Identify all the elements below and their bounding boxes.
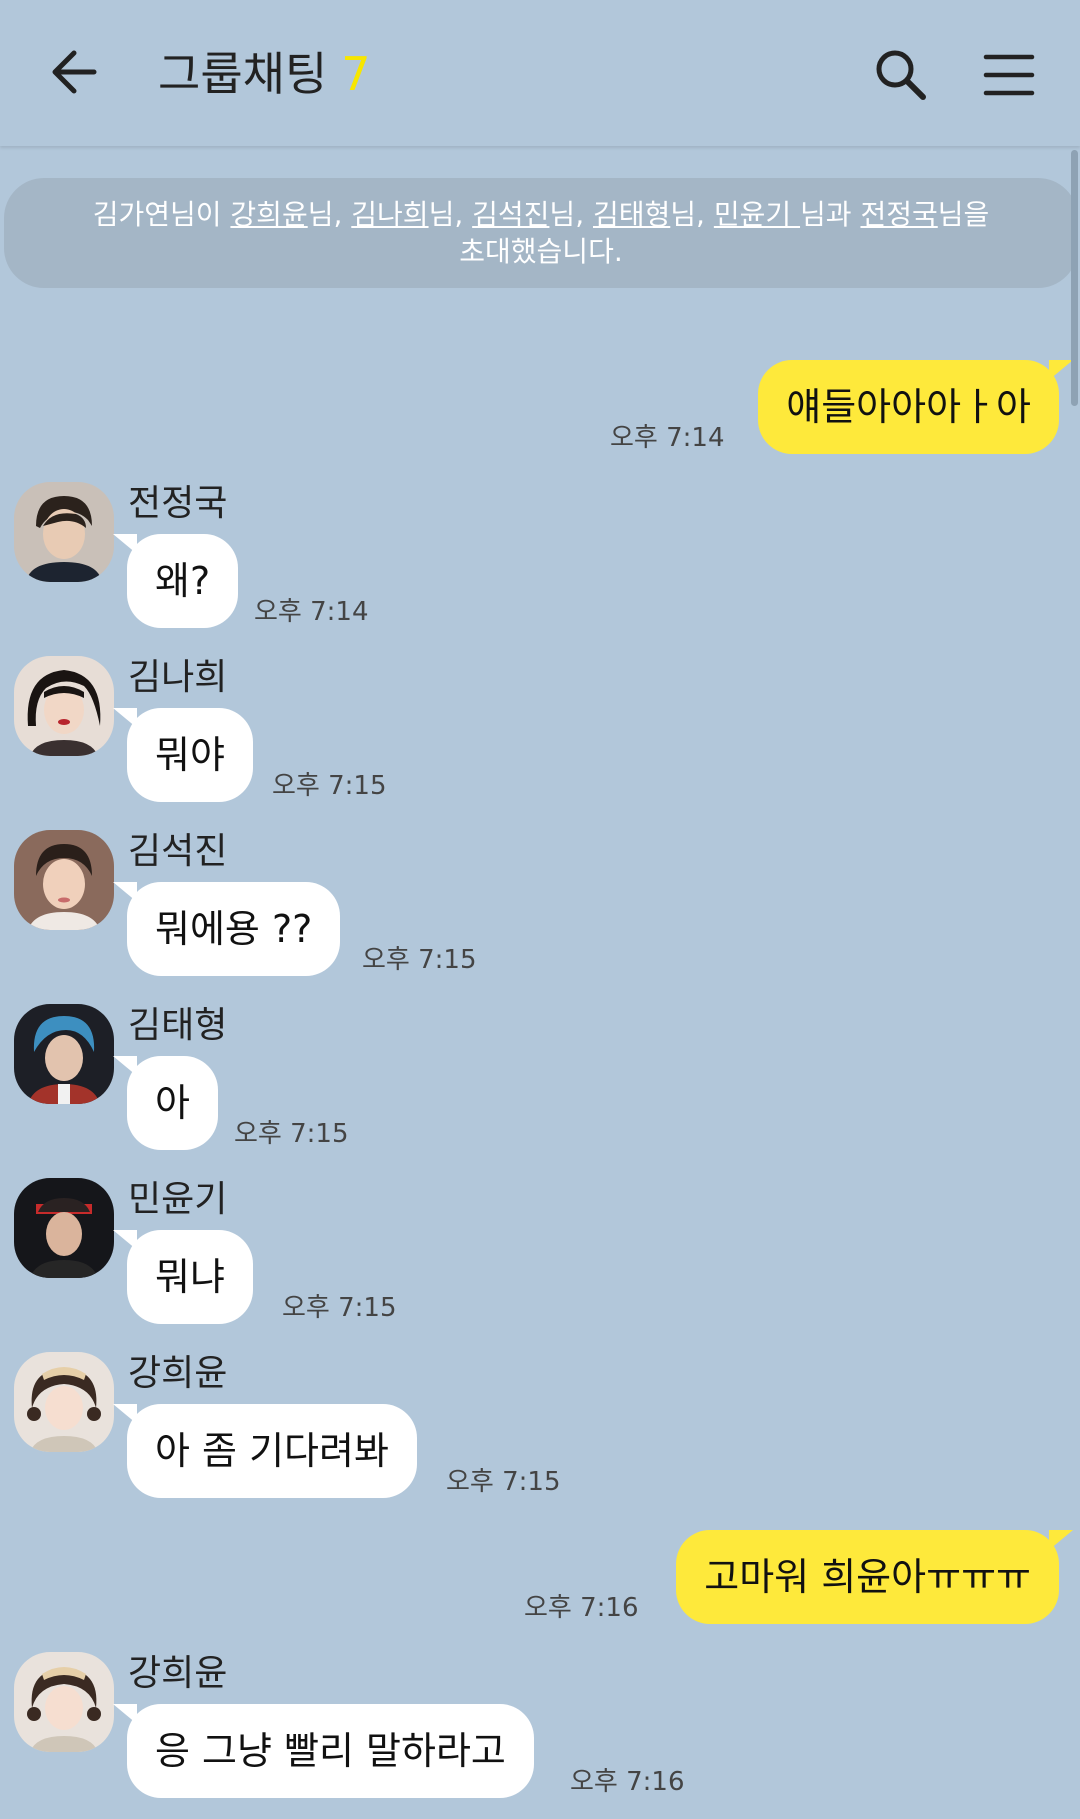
message-time: 오후 7:15 <box>446 1467 561 1497</box>
notice-text: 님과 <box>800 198 861 231</box>
chat-title: 그룹채팅 7 <box>158 42 371 106</box>
message-bubble[interactable]: 뭐에용 ?? <box>112 882 341 976</box>
message-time: 오후 7:16 <box>570 1767 685 1797</box>
avatar[interactable] <box>14 656 114 756</box>
message-bubble[interactable]: 아 <box>113 1056 218 1150</box>
message-time: 오후 7:14 <box>254 597 369 627</box>
invitee-link[interactable]: 김석진 <box>472 198 549 231</box>
notice-text: , <box>696 198 714 231</box>
search-icon <box>876 50 926 100</box>
inviter-name: 김가연 <box>92 198 170 231</box>
avatar[interactable] <box>14 482 114 582</box>
message-bubble[interactable]: 응 그냥 빨리 말하라고 <box>113 1704 534 1798</box>
message-time: 오후 7:15 <box>272 771 387 801</box>
menu-button[interactable] <box>978 44 1040 106</box>
invite-notice-line2: 초대했습니다. <box>459 235 623 268</box>
sender-name: 김석진 <box>128 831 228 872</box>
profile-photo-icon <box>14 1352 114 1452</box>
profile-photo-icon <box>14 1652 114 1752</box>
notice-text: 님이 <box>170 198 231 231</box>
search-button[interactable] <box>870 44 932 106</box>
my-message-bubble[interactable]: 고마워 희윤아ㅠㅠㅠ <box>676 1530 1073 1624</box>
scroll-thumb[interactable] <box>1071 150 1078 406</box>
notice-text: , <box>454 198 473 231</box>
arrow-left-icon <box>52 50 97 94</box>
notice-text: 님을 <box>937 198 990 231</box>
notice-text: , <box>333 198 352 231</box>
notice-text: 님 <box>428 198 455 231</box>
invite-notice-line1: 김가연님이 강희윤님, 김나희님, 김석진님, 김태형님, 민윤기 님과 전정국… <box>4 196 1078 233</box>
hamburger-menu-icon <box>983 54 1035 96</box>
member-count: 7 <box>341 47 371 101</box>
message-bubble[interactable]: 뭐야 <box>113 708 253 802</box>
message-bubble[interactable]: 아 좀 기다려봐 <box>113 1404 417 1498</box>
message-bubble[interactable]: 왜? <box>112 534 239 628</box>
avatar[interactable] <box>14 830 114 930</box>
invitee-link[interactable]: 전정국 <box>860 198 937 231</box>
chat-header: 그룹채팅 7 <box>0 0 1080 146</box>
profile-photo-icon <box>14 482 114 582</box>
avatar[interactable] <box>14 1178 114 1278</box>
back-button[interactable] <box>44 40 108 104</box>
message-time: 오후 7:14 <box>610 423 725 453</box>
invite-notice: 김가연님이 강희윤님, 김나희님, 김석진님, 김태형님, 민윤기 님과 전정국… <box>4 178 1078 288</box>
my-message-bubble[interactable]: 얘들아아아ㅏ아 <box>758 360 1073 454</box>
notice-text: , <box>575 198 593 231</box>
notice-text: 님 <box>549 198 576 231</box>
profile-photo-icon <box>14 1004 114 1104</box>
chat-title-text: 그룹채팅 <box>158 47 328 101</box>
sender-name: 전정국 <box>128 483 228 524</box>
chat-scrollbar[interactable] <box>1068 146 1080 1819</box>
message-bubble[interactable]: 뭐냐 <box>113 1230 253 1324</box>
notice-text: 님 <box>307 198 334 231</box>
message-time: 오후 7:15 <box>362 945 477 975</box>
avatar[interactable] <box>14 1004 114 1104</box>
notice-text: 님 <box>670 198 697 231</box>
message-time: 오후 7:16 <box>524 1593 639 1623</box>
invitee-link[interactable]: 강희윤 <box>230 198 307 231</box>
sender-name: 강희윤 <box>128 1353 228 1394</box>
avatar[interactable] <box>14 1352 114 1452</box>
message-time: 오후 7:15 <box>282 1293 397 1323</box>
profile-photo-icon <box>14 1178 114 1278</box>
sender-name: 강희윤 <box>128 1653 228 1694</box>
sender-name: 김태형 <box>128 1005 228 1046</box>
message-time: 오후 7:15 <box>234 1119 349 1149</box>
invitee-link[interactable]: 김태형 <box>593 198 670 231</box>
sender-name: 김나희 <box>128 657 228 698</box>
invitee-link[interactable]: 민윤기 <box>714 198 800 231</box>
invitee-link[interactable]: 김나희 <box>351 198 428 231</box>
sender-name: 민윤기 <box>128 1179 228 1220</box>
profile-photo-icon <box>14 656 114 756</box>
profile-photo-icon <box>14 830 114 930</box>
avatar[interactable] <box>14 1652 114 1752</box>
